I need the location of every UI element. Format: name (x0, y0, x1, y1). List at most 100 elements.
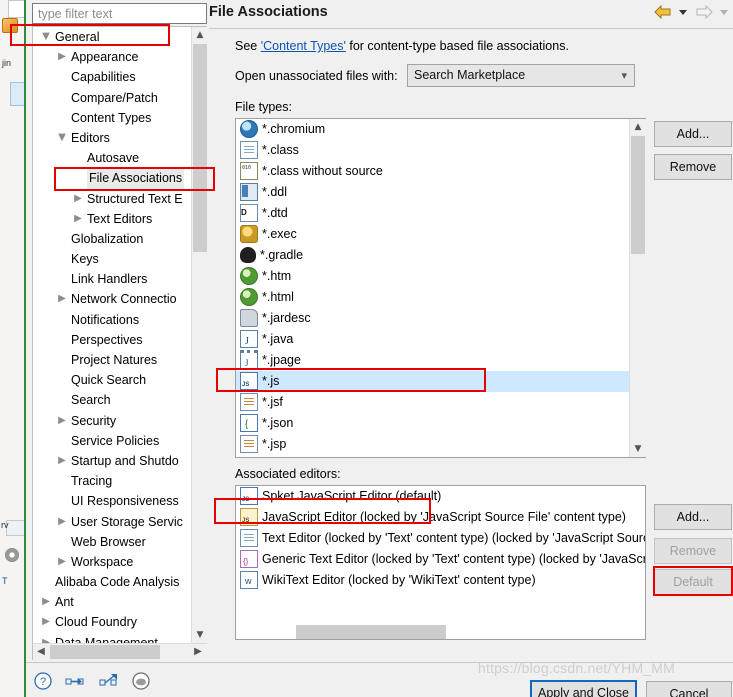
associated-editor-row[interactable]: Text Editor (locked by 'Text' content ty… (236, 528, 645, 549)
editors-add-button[interactable]: Add... (654, 504, 732, 530)
editors-horizontal-scrollbar[interactable] (236, 624, 645, 640)
file-type-row[interactable]: *.dtd (236, 202, 645, 224)
sidebar-item-security[interactable]: ▶ Security (33, 411, 191, 431)
file-types-list[interactable]: *.chromium *.class *.class without source *… (235, 118, 646, 458)
scroll-right-icon[interactable]: ▶ (190, 644, 206, 660)
back-menu-chevron-down-icon[interactable] (678, 4, 688, 23)
chevron-right-icon[interactable]: ▶ (39, 612, 53, 632)
file-type-label: *.java (262, 332, 294, 347)
sidebar-item-label: Security (71, 413, 117, 428)
chevron-right-icon[interactable]: ▶ (55, 512, 69, 532)
sidebar-item-autosave[interactable]: Autosave (33, 148, 191, 168)
file-type-row[interactable]: *.java (236, 329, 645, 352)
file-type-row[interactable]: *.jsf (236, 392, 645, 413)
chevron-right-icon[interactable]: ▶ (55, 451, 69, 471)
file-type-row[interactable]: *.json (236, 413, 645, 435)
scroll-left-icon[interactable]: ◀ (33, 644, 49, 660)
sidebar-item-label: Globalization (71, 231, 144, 246)
file-type-label: *.class (262, 143, 299, 158)
sidebar-item-quick-search[interactable]: Quick Search (33, 370, 191, 390)
sidebar-item-tracing[interactable]: Tracing (33, 471, 191, 491)
tree-hscroll-thumb[interactable] (50, 645, 160, 659)
ide-text-fragment-1: jin (2, 58, 12, 68)
import-icon[interactable] (65, 672, 85, 693)
tree-scroll-thumb[interactable] (193, 44, 207, 252)
sidebar-item-web-browser[interactable]: Web Browser (33, 532, 191, 552)
associated-editor-label: WikiText Editor (locked by 'WikiText' co… (262, 573, 536, 588)
sidebar-item-workspace[interactable]: ▶ Workspace (33, 552, 191, 572)
sidebar-item-network-connectio[interactable]: ▶ Network Connectio (33, 289, 191, 309)
sidebar-item-startup-and-shutdo[interactable]: ▶ Startup and Shutdo (33, 451, 191, 471)
file-type-row[interactable]: *.exec (236, 224, 645, 245)
ide-toolbar-fragment (8, 0, 24, 18)
sidebar-item-text-editors[interactable]: ▶ Text Editors (33, 209, 191, 229)
chevron-right-icon[interactable]: ▶ (55, 552, 69, 572)
file-type-row[interactable]: *.ddl (236, 182, 645, 203)
sidebar-item-appearance[interactable]: ▶ Appearance (33, 47, 191, 67)
export-icon[interactable] (99, 672, 119, 693)
sidebar-item-compare-patch[interactable]: Compare/Patch (33, 88, 191, 108)
ddl-file-icon (240, 182, 258, 201)
sidebar-item-search[interactable]: Search (33, 390, 191, 410)
open-with-combo[interactable]: Search Marketplace ▾ (407, 64, 635, 87)
file-type-row[interactable]: *.class (236, 140, 645, 161)
scroll-down-icon[interactable]: ▼ (192, 627, 208, 643)
chevron-right-icon[interactable]: ▶ (55, 411, 69, 431)
file-types-scroll-thumb[interactable] (631, 136, 645, 254)
sidebar-item-label: Network Connectio (71, 292, 177, 307)
preferences-tree[interactable]: ▼ General ▶ Appearance Capabilities Compare/P… (32, 26, 207, 660)
sidebar-item-ui-responsiveness[interactable]: UI Responsiveness (33, 491, 191, 511)
scroll-up-icon[interactable]: ▲ (192, 27, 208, 43)
associated-editor-row[interactable]: Generic Text Editor (locked by 'Text' co… (236, 549, 645, 572)
filter-input[interactable]: type filter text (32, 3, 207, 24)
sidebar-item-alibaba-code-analysis[interactable]: Alibaba Code Analysis (33, 572, 191, 592)
file-type-label: *.html (262, 290, 294, 305)
sidebar-item-structured-text-e[interactable]: ▶ Structured Text E (33, 189, 191, 209)
file-type-row[interactable]: *.html (236, 287, 645, 308)
cancel-button[interactable]: Cancel (646, 681, 732, 697)
sidebar-item-perspectives[interactable]: Perspectives (33, 330, 191, 350)
tree-vertical-scrollbar[interactable]: ▲ ▼ (191, 27, 208, 643)
file-type-row[interactable]: *.gradle (236, 245, 645, 266)
file-types-remove-button[interactable]: Remove (654, 154, 732, 180)
content-types-link[interactable]: 'Content Types' (261, 39, 346, 53)
scroll-up-icon[interactable]: ▲ (630, 119, 646, 135)
file-type-row[interactable]: *.htm (236, 266, 645, 287)
tree-horizontal-scrollbar[interactable]: ◀ ▶ (33, 643, 207, 660)
sidebar-item-project-natures[interactable]: Project Natures (33, 350, 191, 370)
sidebar-item-capabilities[interactable]: Capabilities (33, 67, 191, 87)
chevron-right-icon[interactable]: ▶ (39, 592, 53, 612)
restore-defaults-icon[interactable] (132, 672, 150, 693)
file-type-row[interactable]: *.class without source (236, 158, 645, 182)
sidebar-item-globalization[interactable]: Globalization (33, 229, 191, 249)
chevron-right-icon[interactable]: ▶ (71, 209, 85, 229)
sidebar-item-label: Autosave (87, 151, 140, 166)
chevron-right-icon[interactable]: ▶ (71, 189, 85, 209)
file-type-row[interactable]: *.jardesc (236, 308, 645, 329)
associated-editor-row[interactable]: WikiText Editor (locked by 'WikiText' co… (236, 570, 645, 592)
sidebar-item-link-handlers[interactable]: Link Handlers (33, 269, 191, 289)
sidebar-item-notifications[interactable]: Notifications (33, 310, 191, 330)
chevron-down-icon[interactable]: ▼ (55, 128, 69, 148)
scroll-down-icon[interactable]: ▼ (630, 441, 646, 457)
file-type-row[interactable]: *.chromium (236, 119, 645, 140)
sidebar-item-service-policies[interactable]: Service Policies (33, 431, 191, 451)
file-type-row[interactable]: *.jsp (236, 434, 645, 455)
editors-hscroll-thumb[interactable] (296, 625, 446, 639)
chevron-right-icon[interactable]: ▶ (55, 289, 69, 309)
file-types-add-button[interactable]: Add... (654, 121, 732, 147)
sidebar-item-ant[interactable]: ▶ Ant (33, 592, 191, 612)
sidebar-item-cloud-foundry[interactable]: ▶ Cloud Foundry (33, 612, 191, 632)
chevron-down-icon[interactable]: ▾ (621, 69, 627, 82)
back-arrow-icon[interactable] (653, 4, 673, 23)
sidebar-item-label: Tracing (71, 474, 113, 489)
file-types-scrollbar[interactable]: ▲ ▼ (629, 119, 646, 457)
apply-and-close-button[interactable]: Apply and Close (530, 680, 637, 697)
sidebar-item-keys[interactable]: Keys (33, 249, 191, 269)
chevron-right-icon[interactable]: ▶ (55, 47, 69, 67)
help-icon[interactable]: ? (34, 672, 52, 693)
sidebar-item-content-types[interactable]: Content Types (33, 108, 191, 128)
sidebar-item-editors[interactable]: ▼ Editors (33, 128, 191, 148)
sidebar-item-label: Text Editors (87, 211, 153, 226)
sidebar-item-user-storage-servic[interactable]: ▶ User Storage Servic (33, 512, 191, 532)
